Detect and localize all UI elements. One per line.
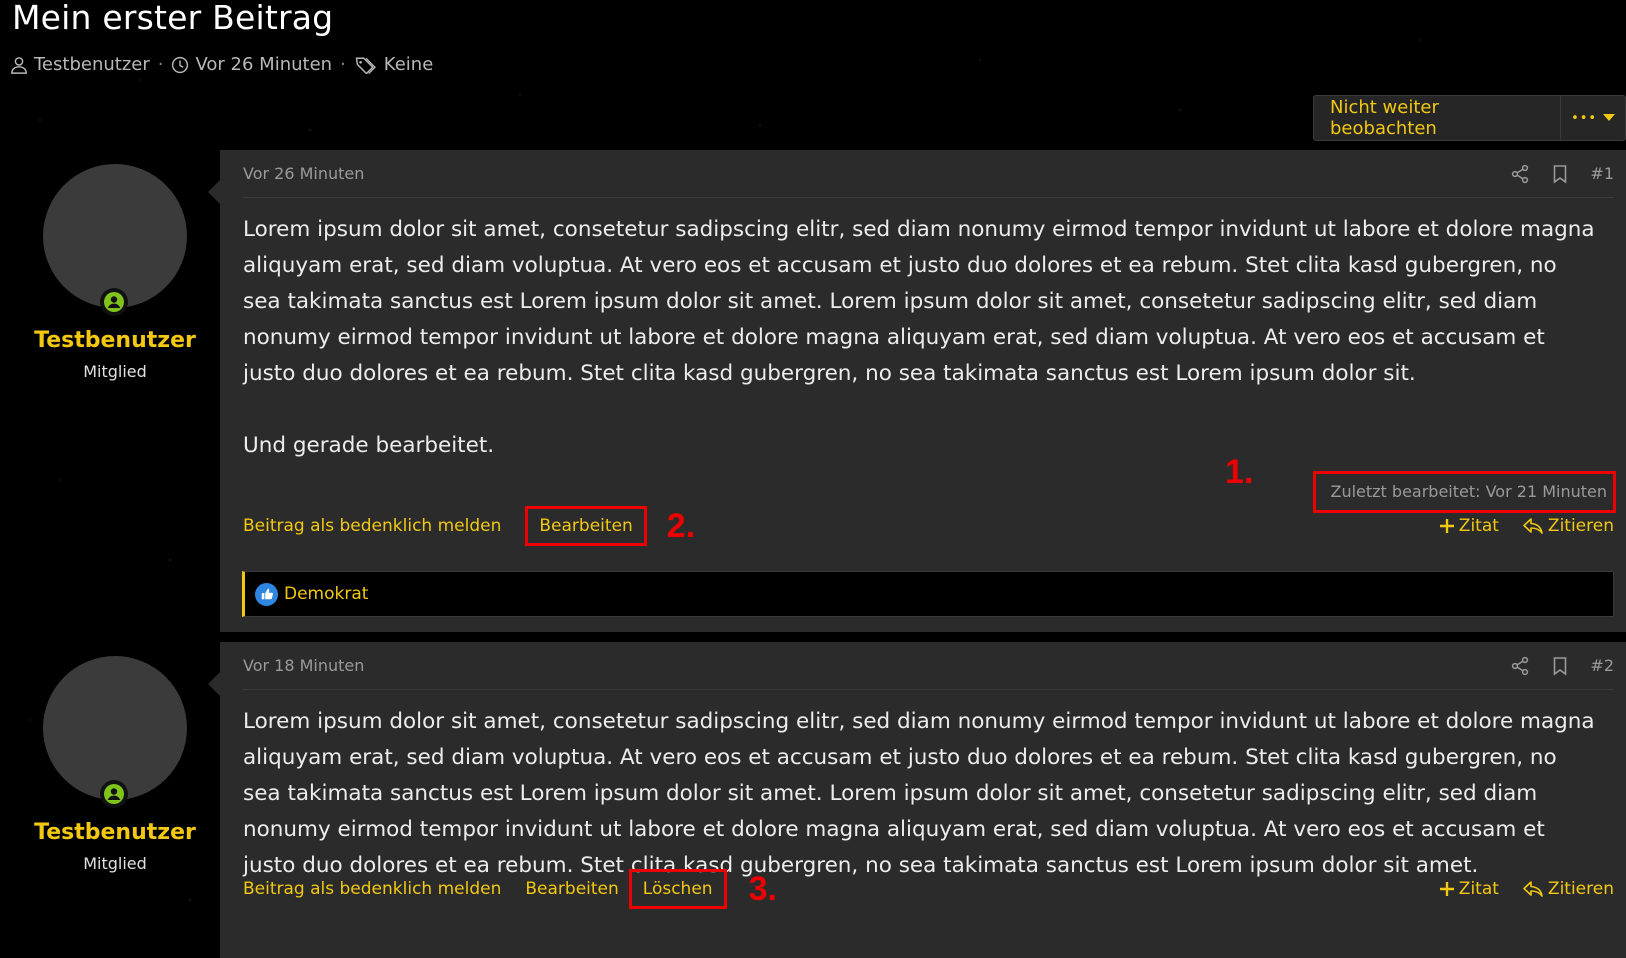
post-2: Testbenutzer Mitglied Vor 18 Minuten #2 …	[0, 642, 1626, 958]
thread-title: Mein erster Beitrag	[12, 0, 334, 37]
thread-actions: Nicht weiter beobachten •••	[1313, 95, 1626, 141]
reactions-bar[interactable]: Demokrat	[242, 571, 1614, 617]
meta-separator: ·	[157, 54, 164, 75]
report-post-link[interactable]: Beitrag als bedenklich melden	[243, 516, 501, 536]
delete-post-button[interactable]: Löschen	[628, 869, 727, 909]
plus-icon	[1439, 882, 1454, 896]
post-paragraph: Lorem ipsum dolor sit amet, consetetur s…	[243, 217, 1595, 386]
post-message: Vor 26 Minuten #1 Lorem ipsum dolor sit …	[208, 150, 1626, 632]
reply-icon	[1523, 518, 1543, 534]
user-icon	[10, 56, 28, 74]
post-actions: Beitrag als bedenklich melden Bearbeiten…	[243, 869, 1614, 909]
thread-tags: Keine	[383, 54, 434, 75]
post-date[interactable]: Vor 18 Minuten	[243, 656, 364, 675]
bookmark-icon[interactable]	[1550, 656, 1570, 676]
quote-button[interactable]: Zitieren	[1523, 879, 1614, 899]
add-quote-label: Zitat	[1458, 879, 1499, 899]
post-tools: #2	[1510, 656, 1614, 676]
tags-icon	[354, 56, 378, 74]
add-quote-label: Zitat	[1458, 516, 1499, 536]
post-tools: #1	[1510, 164, 1614, 184]
post-username[interactable]: Testbenutzer	[0, 820, 230, 845]
reply-icon	[1523, 881, 1543, 897]
thread-time-link[interactable]: Vor 26 Minuten	[195, 54, 332, 75]
thread-author-link[interactable]: Testbenutzer	[34, 54, 150, 75]
add-quote-button[interactable]: Zitat	[1439, 516, 1499, 536]
post-paragraph: Lorem ipsum dolor sit amet, consetetur s…	[243, 709, 1595, 878]
post-date[interactable]: Vor 26 Minuten	[243, 164, 364, 183]
online-status-icon	[100, 288, 128, 316]
post-paragraph: Und gerade bearbeitet.	[243, 433, 495, 458]
quote-button[interactable]: Zitieren	[1523, 516, 1614, 536]
post-message: Vor 18 Minuten #2 Lorem ipsum dolor sit …	[208, 642, 1626, 958]
post-usertitle: Mitglied	[83, 362, 147, 381]
post-user-cell: Testbenutzer Mitglied	[0, 642, 220, 958]
post-header: Vor 18 Minuten #2	[243, 642, 1614, 690]
add-quote-button[interactable]: Zitat	[1439, 879, 1499, 899]
post-number-link[interactable]: #2	[1590, 656, 1614, 675]
quote-label: Zitieren	[1547, 516, 1614, 536]
like-icon	[255, 582, 278, 606]
post-actions: Beitrag als bedenklich melden Bearbeiten…	[243, 506, 1614, 546]
more-options-dots: •••	[1571, 110, 1598, 126]
report-post-link[interactable]: Beitrag als bedenklich melden	[243, 879, 501, 899]
bookmark-icon[interactable]	[1550, 164, 1570, 184]
avatar[interactable]	[43, 164, 187, 308]
avatar[interactable]	[43, 656, 187, 800]
post-usertitle: Mitglied	[83, 854, 147, 873]
edit-post-button[interactable]: Bearbeiten	[525, 506, 647, 546]
post-body: Lorem ipsum dolor sit amet, consetetur s…	[243, 704, 1596, 884]
online-status-icon	[100, 780, 128, 808]
chevron-down-icon	[1603, 114, 1616, 121]
post-user-cell: Testbenutzer Mitglied	[0, 150, 220, 632]
share-icon[interactable]	[1510, 164, 1530, 184]
edit-post-button[interactable]: Bearbeiten	[525, 879, 618, 899]
post-body: Lorem ipsum dolor sit amet, consetetur s…	[243, 212, 1596, 464]
annotation-marker-1: 1.	[1225, 453, 1254, 491]
post-number-link[interactable]: #1	[1590, 164, 1614, 183]
quote-label: Zitieren	[1547, 879, 1614, 899]
thread-meta: Testbenutzer · Vor 26 Minuten · Keine	[10, 54, 433, 75]
more-options-button[interactable]: •••	[1561, 96, 1625, 140]
meta-separator: ·	[340, 54, 346, 75]
annotation-marker-3: 3.	[748, 869, 777, 908]
share-icon[interactable]	[1510, 656, 1530, 676]
plus-icon	[1439, 519, 1454, 533]
post-header: Vor 26 Minuten #1	[243, 150, 1614, 198]
unwatch-button[interactable]: Nicht weiter beobachten	[1314, 96, 1562, 140]
reaction-user-link[interactable]: Demokrat	[284, 584, 368, 604]
clock-icon	[171, 56, 189, 74]
post-1: Testbenutzer Mitglied Vor 26 Minuten #1 …	[0, 150, 1626, 632]
post-username[interactable]: Testbenutzer	[0, 328, 230, 353]
annotation-marker-2: 2.	[666, 506, 696, 545]
